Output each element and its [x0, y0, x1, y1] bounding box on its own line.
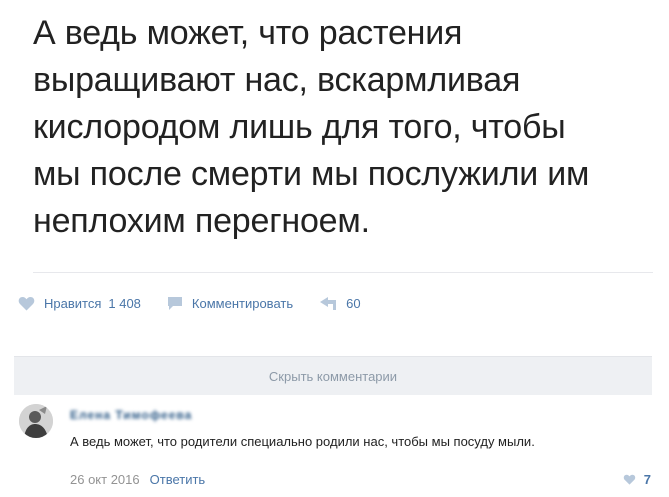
post-line: выращивают нас, вскармливая: [33, 61, 521, 99]
share-button[interactable]: 60: [319, 295, 361, 311]
post-line: мы после смерти мы послужили им: [33, 155, 590, 193]
comment-like-count: 7: [643, 472, 651, 487]
comment-date[interactable]: 26 окт 2016: [70, 472, 140, 487]
post-actions: Нравится 1 408 Комментировать 60: [18, 292, 387, 314]
comment-button[interactable]: Комментировать: [167, 296, 293, 311]
share-count: 60: [346, 295, 361, 311]
post-line: неплохим перегноем.: [33, 202, 370, 240]
hide-comments-button[interactable]: Скрыть комментарии: [14, 356, 652, 395]
post-line: А ведь может, что растения: [33, 14, 463, 52]
comment-label: Комментировать: [191, 295, 294, 311]
avatar[interactable]: [19, 404, 53, 438]
like-count: 1 408: [108, 295, 141, 311]
like-label: Нравится: [44, 295, 102, 311]
divider: [33, 272, 653, 273]
avatar-image: [19, 404, 53, 438]
post-line: кислородом лишь для того, чтобы: [33, 108, 566, 146]
comment-like-button[interactable]: 7: [623, 472, 651, 487]
comment-icon: [167, 296, 182, 310]
comment-author[interactable]: Елена Тимофеева: [70, 408, 192, 422]
like-button[interactable]: Нравится 1 408: [18, 296, 141, 311]
post-text: А ведь может, что растения выращивают на…: [33, 10, 653, 245]
comment-meta: 26 окт 2016 Ответить: [70, 472, 205, 487]
share-icon: [320, 296, 337, 310]
reply-button[interactable]: Ответить: [150, 472, 206, 487]
heart-icon: [623, 474, 635, 485]
comment-text: А ведь может, что родители специально ро…: [70, 434, 535, 449]
hide-comments-label: Скрыть комментарии: [268, 368, 398, 384]
heart-icon: [18, 296, 35, 310]
